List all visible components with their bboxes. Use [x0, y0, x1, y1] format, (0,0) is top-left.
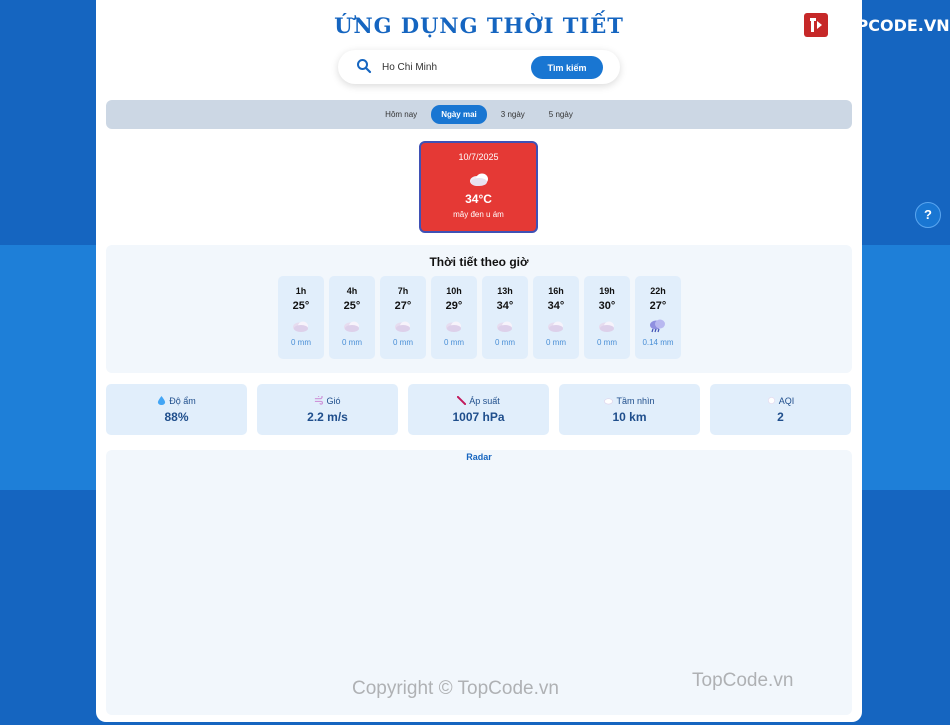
aqi-icon [767, 396, 775, 405]
search-input[interactable] [382, 58, 522, 76]
cloud-icon [344, 321, 359, 332]
stat-label: Áp suất [469, 396, 500, 406]
brand-logo-icon [804, 13, 828, 37]
stat-label: Gió [326, 396, 341, 406]
day-tabs: Hôm nay Ngày mai 3 ngày 5 ngày [106, 100, 852, 129]
hour-rainfall: 0 mm [444, 338, 464, 347]
search-button[interactable]: Tìm kiếm [531, 56, 603, 79]
stat-wind: Gió 2.2 m/s [257, 384, 398, 435]
hour-card: 16h 34° 0 mm [533, 276, 579, 359]
hour-label: 22h [650, 286, 666, 296]
hour-temperature: 34° [547, 300, 565, 312]
hour-label: 7h [397, 286, 409, 296]
stat-pressure: Áp suất 1007 hPa [408, 384, 549, 435]
hour-label: 1h [295, 286, 307, 296]
hour-rainfall: 0 mm [342, 338, 362, 347]
hour-temperature: 27° [394, 300, 412, 312]
hour-rainfall: 0 mm [495, 338, 515, 347]
stat-value: 1007 hPa [452, 410, 505, 424]
hour-list: 1h 25° 0 mm 4h 25° 0 mm 7h 27° 0 mm 10h … [278, 276, 681, 359]
hour-rainfall: 0 mm [393, 338, 413, 347]
hour-temperature: 27° [649, 300, 667, 312]
stat-aqi: AQI 2 [710, 384, 851, 435]
search-icon [357, 59, 372, 74]
tab-5-days[interactable]: 5 ngày [539, 105, 583, 124]
stat-label: AQI [778, 396, 795, 406]
droplet-icon [158, 396, 166, 405]
search-bar: Tìm kiếm [338, 50, 620, 84]
forecast-description: mây đen u ám [453, 210, 504, 219]
hour-card: 22h 27° 0.14 mm [635, 276, 681, 359]
hour-temperature: 30° [598, 300, 616, 312]
stat-humidity: Độ ẩm 88% [106, 384, 247, 435]
stat-visibility: Tầm nhìn 10 km [559, 384, 700, 435]
stat-value: 2.2 m/s [307, 410, 348, 424]
watermark: TopCode.vn [692, 670, 794, 691]
tab-tomorrow[interactable]: Ngày mai [431, 105, 487, 124]
help-button[interactable]: ? [915, 202, 941, 228]
hour-temperature: 25° [292, 300, 310, 312]
hour-label: 16h [548, 286, 564, 296]
hour-card: 19h 30° 0 mm [584, 276, 630, 359]
radar-title: Radar [466, 452, 492, 462]
hourly-title: Thời tiết theo giờ [429, 255, 529, 269]
hour-card: 10h 29° 0 mm [431, 276, 477, 359]
stat-label: Độ ẩm [169, 396, 196, 406]
hour-label: 13h [497, 286, 513, 296]
stat-label: Tầm nhìn [616, 396, 655, 406]
tab-today[interactable]: Hôm nay [375, 105, 427, 124]
brand-text: TOPCODE.VN [832, 15, 950, 35]
app-panel: ỨNG DỤNG THỜI TIẾT Tìm kiếm Hôm nay Ngày… [96, 0, 862, 722]
cloud-icon [599, 321, 614, 332]
wind-icon [315, 396, 324, 405]
brand-logo: TOPCODE.VN [803, 12, 950, 38]
cloud-icon [548, 321, 563, 332]
hour-card: 4h 25° 0 mm [329, 276, 375, 359]
forecast-temperature: 34°C [465, 192, 492, 206]
visibility-icon [604, 398, 614, 405]
hour-rainfall: 0 mm [597, 338, 617, 347]
hour-temperature: 25° [343, 300, 361, 312]
hour-label: 19h [599, 286, 615, 296]
hourly-forecast: Thời tiết theo giờ 1h 25° 0 mm 4h 25° 0 … [106, 245, 852, 373]
cloud-icon [497, 321, 512, 332]
hour-rainfall: 0.14 mm [642, 338, 674, 347]
hour-rainfall: 0 mm [546, 338, 566, 347]
hour-temperature: 29° [445, 300, 463, 312]
forecast-date: 10/7/2025 [458, 152, 499, 162]
hour-card: 7h 27° 0 mm [380, 276, 426, 359]
hour-rainfall: 0 mm [291, 338, 311, 347]
stat-value: 88% [164, 410, 189, 424]
cloud-icon [395, 321, 410, 332]
stat-value: 2 [777, 410, 784, 424]
hour-card: 13h 34° 0 mm [482, 276, 528, 359]
cloud-icon [469, 173, 488, 186]
forecast-day-card: 10/7/2025 34°C mây đen u ám [419, 141, 538, 233]
hour-label: 4h [346, 286, 358, 296]
app-title: ỨNG DỤNG THỜI TIẾT [334, 13, 624, 38]
rain-cloud-icon [650, 319, 665, 333]
weather-stats: Độ ẩm 88% Gió 2.2 m/s Áp suất 1007 hPa T… [106, 384, 851, 435]
stat-value: 10 km [612, 410, 647, 424]
tab-3-days[interactable]: 3 ngày [491, 105, 535, 124]
watermark: Copyright © TopCode.vn [352, 678, 559, 699]
pressure-icon [457, 396, 467, 405]
cloud-icon [293, 321, 308, 332]
cloud-icon [446, 321, 461, 332]
hour-label: 10h [446, 286, 462, 296]
hour-temperature: 34° [496, 300, 514, 312]
hour-card: 1h 25° 0 mm [278, 276, 324, 359]
